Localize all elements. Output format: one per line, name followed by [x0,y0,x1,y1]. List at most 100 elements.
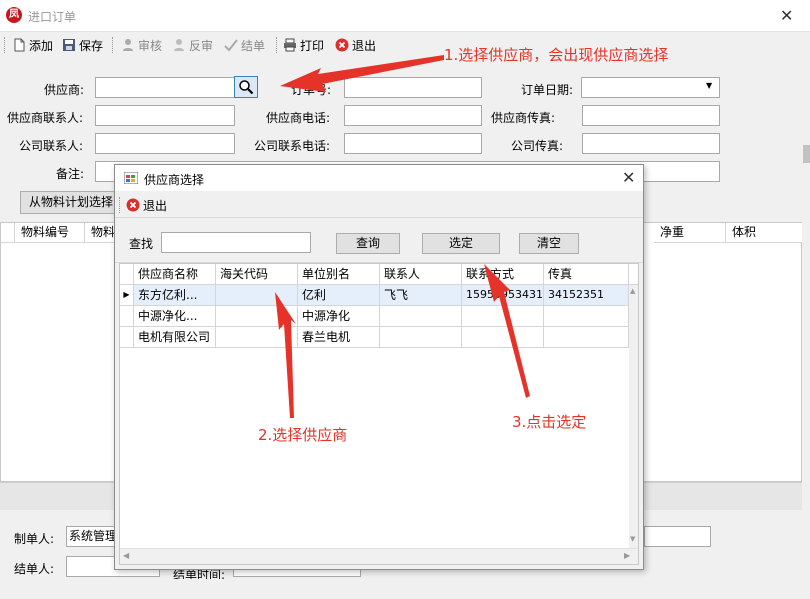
table-cell[interactable] [544,306,629,327]
table-cell[interactable] [216,327,298,348]
annotation-step3: 3.点击选定 [512,413,587,431]
scroll-right-icon[interactable]: ▶ [624,551,630,560]
new-document-icon [14,38,25,52]
dialog-search-panel: 查找 查询 选定 清空 [115,219,643,263]
company-contact-input[interactable] [95,133,235,154]
material-plan-button[interactable]: 从物料计划选择 [20,191,120,214]
add-label: 添加 [29,38,54,53]
table-cell[interactable]: 春兰电机 [298,327,380,348]
column-header[interactable]: 物料编号 [15,223,85,243]
horizontal-scrollbar[interactable]: ◀ ▶ [120,548,638,564]
column-header[interactable]: 体积 [726,223,802,243]
table-cell[interactable] [380,306,462,327]
table-cell[interactable] [216,306,298,327]
order-no-label: 订单号: [291,83,332,97]
supplier-contact-input[interactable] [95,105,235,126]
vertical-scrollbar[interactable]: ▲ ▼ [629,285,638,548]
window-app-icon [124,172,138,184]
dialog-title: 供应商选择 [144,173,205,187]
column-header[interactable]: 单位别名 [298,264,380,285]
close-order-button[interactable]: 结单 [224,36,265,54]
scroll-up-icon[interactable]: ▲ [630,287,635,295]
table-cell[interactable]: 15955953431 [462,285,544,306]
save-label: 保存 [79,38,104,53]
order-no-input[interactable] [344,77,482,98]
column-header[interactable]: 净重 [654,223,726,243]
exit-label: 退出 [352,38,377,53]
unreview-label: 反审 [189,38,214,53]
dialog-exit-button[interactable]: 退出 [126,196,167,214]
clear-button[interactable]: 清空 [519,233,579,254]
main-vertical-scrollbar[interactable] [802,57,810,577]
column-header[interactable]: 供应商名称 [134,264,216,285]
table-cell[interactable]: 东方亿利... [134,285,216,306]
select-button[interactable]: 选定 [422,233,500,254]
table-cell[interactable]: 34152351 [544,285,629,306]
exit-icon [126,198,140,212]
supplier-phone-label: 供应商电话: [266,111,331,125]
scrollbar-thumb[interactable] [803,145,810,163]
column-header[interactable]: 联系方式 [462,264,544,285]
company-fax-input[interactable] [582,133,720,154]
supplier-search-button[interactable] [234,76,258,98]
floppy-disk-icon [63,39,75,51]
save-button[interactable]: 保存 [62,36,103,54]
table-cell[interactable] [462,306,544,327]
table-cell[interactable] [380,327,462,348]
supplier-select-dialog: 供应商选择 ✕ 退出 查找 查询 选定 清空 供应商名称 海关代码 单位别名 联… [114,164,644,570]
add-button[interactable]: 添加 [12,36,53,54]
closer-label: 结单人: [14,562,55,576]
dropdown-arrow-icon: ▼ [706,81,713,90]
company-phone-label: 公司联系电话: [254,139,331,153]
user-undo-icon [174,39,184,51]
dialog-close-icon[interactable]: ✕ [622,168,635,187]
scroll-down-icon[interactable]: ▼ [630,535,635,543]
grid-corner [120,264,134,285]
table-cell[interactable] [216,285,298,306]
table-cell[interactable]: 中源净化... [134,306,216,327]
supplier-fax-label: 供应商传真: [491,111,556,125]
table-cell[interactable]: 电机有限公司 [134,327,216,348]
supplier-search-input[interactable] [161,232,311,253]
order-date-label: 订单日期: [521,83,574,97]
toolbar-separator [112,37,113,53]
remark-label: 备注: [56,167,85,181]
toolbar-grip [4,37,5,53]
exit-button[interactable]: 退出 [335,36,376,54]
order-date-picker[interactable]: ▼ [581,77,720,98]
search-label: 查找 [129,237,154,251]
creator-label: 制单人: [14,532,55,546]
supplier-fax-input[interactable] [582,105,720,126]
supplier-contact-label: 供应商联系人: [7,111,84,125]
table-cell[interactable]: 中源净化 [298,306,380,327]
app-logo-icon: 凤 [6,7,22,23]
magnifier-icon [239,80,254,95]
table-cell[interactable]: 亿利 [298,285,380,306]
scroll-left-icon[interactable]: ◀ [123,551,129,560]
print-button[interactable]: 打印 [283,36,324,54]
unreview-button[interactable]: 反审 [172,36,213,54]
printer-icon [284,38,296,52]
dialog-exit-label: 退出 [143,198,168,213]
table-cell[interactable] [462,327,544,348]
close-order-label: 结单 [241,38,266,53]
column-header[interactable]: 传真 [544,264,629,285]
column-header[interactable]: 联系人 [380,264,462,285]
print-label: 打印 [300,38,325,53]
table-cell[interactable]: 飞飞 [380,285,462,306]
supplier-phone-input[interactable] [344,105,482,126]
checkmark-icon [224,39,238,52]
extra-field-input[interactable] [644,526,711,547]
grid-header-filler [629,264,638,285]
toolbar-separator [276,37,277,53]
company-contact-label: 公司联系人: [19,139,84,153]
column-header[interactable]: 海关代码 [216,264,298,285]
table-cell[interactable] [544,327,629,348]
company-phone-input[interactable] [344,133,482,154]
query-button[interactable]: 查询 [336,233,400,254]
supplier-input[interactable] [95,77,235,98]
annotation-step2: 2.选择供应商 [258,426,348,444]
review-button[interactable]: 审核 [121,36,162,54]
window-close-icon[interactable]: ✕ [780,6,793,25]
row-indicator [120,306,134,327]
